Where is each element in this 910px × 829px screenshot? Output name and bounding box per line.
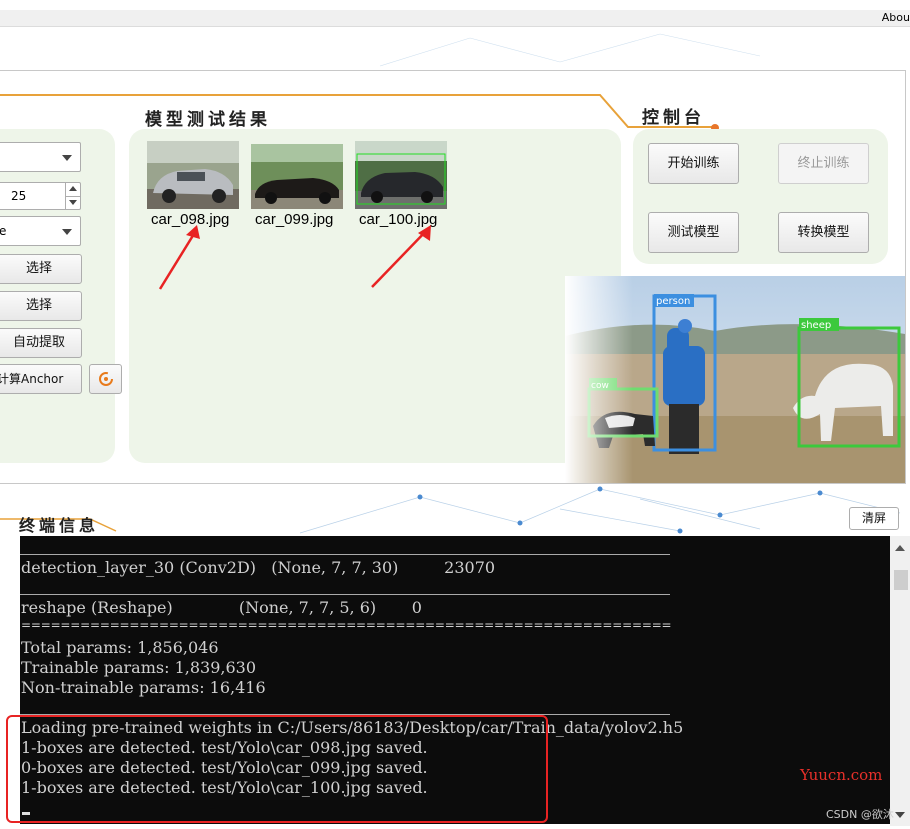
spinner-up-button[interactable] xyxy=(65,183,81,197)
select-button-2[interactable]: 选择 xyxy=(0,291,82,321)
stop-train-button[interactable]: 终止训练 xyxy=(778,143,869,184)
header-network-decoration xyxy=(379,33,761,67)
separator-line xyxy=(20,554,670,555)
thumbnail-car-098[interactable] xyxy=(147,141,239,209)
terminal-line: Trainable params: 1,839,630 xyxy=(21,658,256,677)
refresh-icon xyxy=(98,372,113,386)
start-train-button[interactable]: 开始训练 xyxy=(648,143,739,184)
chevron-down-icon xyxy=(69,200,77,205)
watermark-yuucn: Yuucn.com xyxy=(800,766,883,784)
terminal-scrollbar[interactable] xyxy=(890,536,910,826)
epoch-spinner-value: 25 xyxy=(11,189,27,203)
detection-example-image: person sheep cow xyxy=(565,276,905,483)
watermark-csdn: CSDN @欲沐 xyxy=(826,808,894,821)
chevron-up-icon xyxy=(69,186,77,191)
annotation-highlight-box xyxy=(6,715,548,823)
menu-bar: Abou xyxy=(0,10,910,27)
thumbnail-car-099[interactable] xyxy=(251,144,343,209)
calc-anchor-label: 计算Anchor xyxy=(0,372,64,386)
terminal-network-decoration xyxy=(0,486,901,534)
convert-model-button[interactable]: 转换模型 xyxy=(778,212,869,253)
thumbnail-car-100[interactable] xyxy=(355,141,447,209)
spinner-down-button[interactable] xyxy=(65,196,81,209)
car-image xyxy=(355,141,447,209)
select-button-1[interactable]: 选择 xyxy=(0,254,82,284)
results-title: 模型测试结果 xyxy=(145,110,271,130)
model-dropdown[interactable] xyxy=(0,142,81,172)
calc-anchor-button[interactable]: 计算Anchor xyxy=(0,364,82,394)
backbone-dropdown-value: e xyxy=(0,224,6,238)
annotation-arrows xyxy=(158,225,431,290)
terminal-title: 终端信息 xyxy=(19,516,100,535)
terminal-line: detection_layer_30 (Conv2D) (None, 7, 7,… xyxy=(21,558,496,577)
refresh-button[interactable] xyxy=(89,364,122,394)
scrollbar-thumb[interactable] xyxy=(894,570,908,590)
chevron-down-icon xyxy=(62,155,72,161)
about-menu[interactable]: Abou xyxy=(882,10,910,26)
terminal-line: ========================================… xyxy=(21,618,672,632)
main-panel: 25 e 选择 选择 自动提取 计算Anchor 模型测试结果 car_098.… xyxy=(0,70,906,484)
terminal-line: Non-trainable params: 16,416 xyxy=(21,678,266,697)
chevron-up-icon[interactable] xyxy=(895,545,905,551)
car-image xyxy=(147,141,239,209)
separator-line xyxy=(20,594,670,595)
clear-screen-button[interactable]: 清屏 xyxy=(849,507,899,530)
console-title: 控制台 xyxy=(642,108,705,128)
terminal-line: Total params: 1,856,046 xyxy=(21,638,219,657)
chevron-down-icon[interactable] xyxy=(895,812,905,818)
epoch-spinner[interactable]: 25 xyxy=(0,182,81,210)
auto-extract-button[interactable]: 自动提取 xyxy=(0,328,82,358)
car-image xyxy=(251,144,343,209)
test-model-button[interactable]: 测试模型 xyxy=(648,212,739,253)
chevron-down-icon xyxy=(62,229,72,235)
backbone-dropdown[interactable]: e xyxy=(0,216,81,246)
